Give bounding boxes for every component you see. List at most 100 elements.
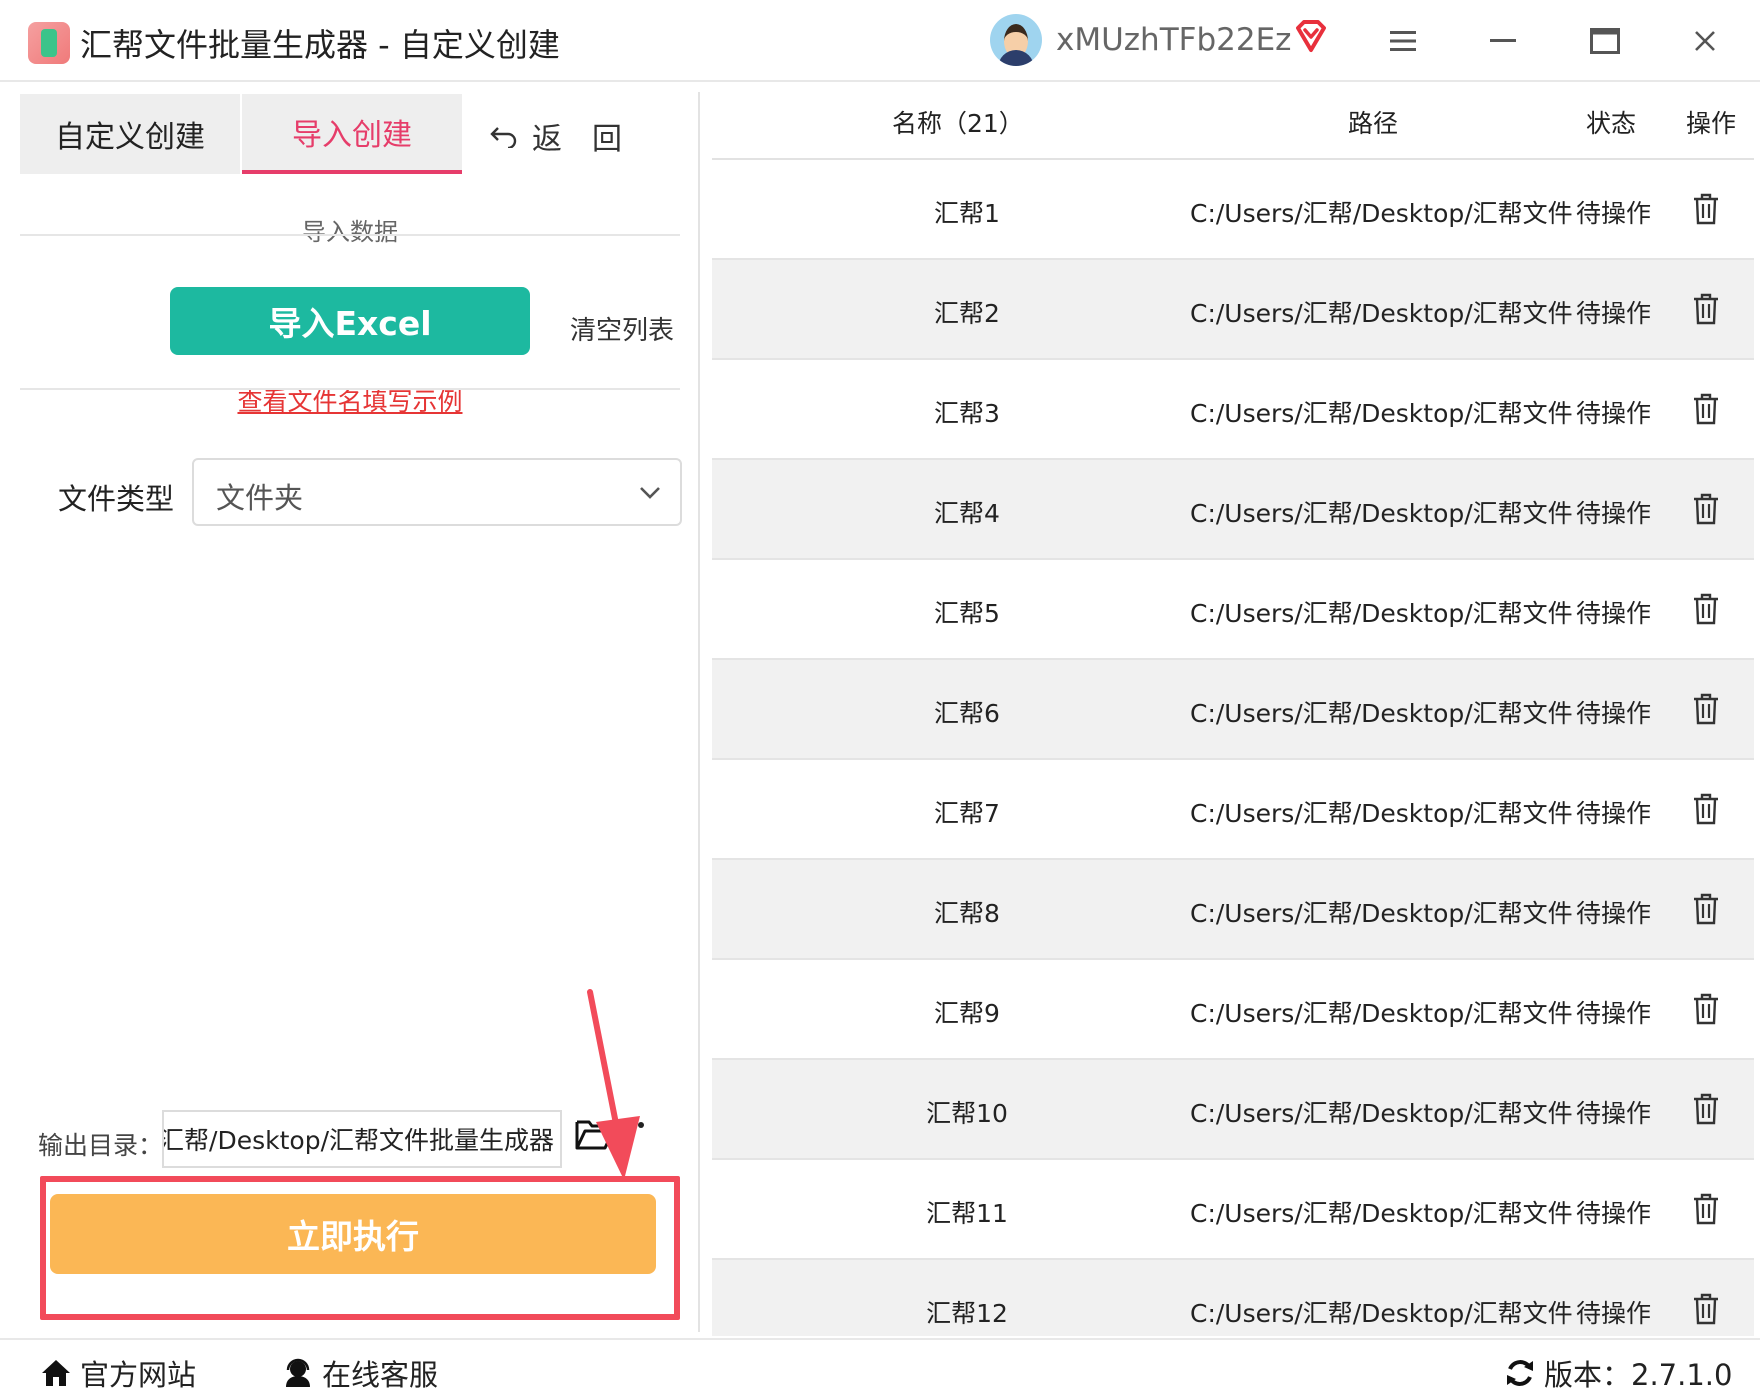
output-dir-value: 汇帮/Desktop/汇帮文件批量生成器 bbox=[162, 1126, 554, 1155]
cell-path: C:/Users/汇帮/Desktop/汇帮文件 bbox=[1190, 999, 1573, 1028]
trash-icon[interactable] bbox=[1692, 1193, 1720, 1225]
cell-status: 待操作 bbox=[1576, 1099, 1652, 1128]
cell-name: 汇帮9 bbox=[934, 999, 1000, 1028]
cell-name: 汇帮12 bbox=[926, 1299, 1008, 1328]
cell-status: 待操作 bbox=[1576, 1299, 1652, 1328]
cell-path: C:/Users/汇帮/Desktop/汇帮文件 bbox=[1190, 1199, 1573, 1228]
minimize-icon[interactable] bbox=[1482, 20, 1524, 62]
file-type-label: 文件类型 bbox=[58, 482, 175, 516]
file-type-value: 文件夹 bbox=[216, 481, 304, 515]
output-dir-label: 输出目录： bbox=[38, 1131, 164, 1160]
trash-icon[interactable] bbox=[1692, 1093, 1720, 1125]
table-row[interactable]: 汇帮6 C:/Users/汇帮/Desktop/汇帮文件 待操作 bbox=[712, 660, 1754, 760]
cell-path: C:/Users/汇帮/Desktop/汇帮文件 bbox=[1190, 899, 1573, 928]
trash-icon[interactable] bbox=[1692, 793, 1720, 825]
cell-status: 待操作 bbox=[1576, 599, 1652, 628]
cell-status: 待操作 bbox=[1576, 699, 1652, 728]
table-row[interactable]: 汇帮3 C:/Users/汇帮/Desktop/汇帮文件 待操作 bbox=[712, 360, 1754, 460]
app-logo-icon bbox=[28, 22, 70, 64]
tab-import-create[interactable]: 导入创建 bbox=[242, 94, 462, 174]
cell-name: 汇帮6 bbox=[934, 699, 1000, 728]
cell-path: C:/Users/汇帮/Desktop/汇帮文件 bbox=[1190, 399, 1573, 428]
version-info[interactable]: 版本：2.7.1.0 bbox=[1504, 1352, 1732, 1394]
cell-name: 汇帮7 bbox=[934, 799, 1000, 828]
cell-name: 汇帮10 bbox=[926, 1099, 1008, 1128]
column-header-action: 操作 bbox=[1686, 109, 1737, 138]
cell-name: 汇帮4 bbox=[934, 499, 1000, 528]
cell-path: C:/Users/汇帮/Desktop/汇帮文件 bbox=[1190, 499, 1573, 528]
column-header-name: 名称（21） bbox=[892, 109, 1024, 138]
cell-path: C:/Users/汇帮/Desktop/汇帮文件 bbox=[1190, 799, 1573, 828]
cell-status: 待操作 bbox=[1576, 499, 1652, 528]
trash-icon[interactable] bbox=[1692, 593, 1720, 625]
cell-status: 待操作 bbox=[1576, 1199, 1652, 1228]
online-service-link[interactable]: 在线客服 bbox=[282, 1352, 438, 1394]
trash-icon[interactable] bbox=[1692, 993, 1720, 1025]
cell-status: 待操作 bbox=[1576, 999, 1652, 1028]
trash-icon[interactable] bbox=[1692, 693, 1720, 725]
table-row[interactable]: 汇帮5 C:/Users/汇帮/Desktop/汇帮文件 待操作 bbox=[712, 560, 1754, 660]
import-excel-button[interactable]: 导入Excel bbox=[170, 287, 530, 355]
vip-diamond-icon[interactable] bbox=[1292, 18, 1330, 56]
table-row[interactable]: 汇帮12 C:/Users/汇帮/Desktop/汇帮文件 待操作 bbox=[712, 1260, 1754, 1336]
cell-status: 待操作 bbox=[1576, 299, 1652, 328]
annotation-arrow-icon bbox=[587, 989, 640, 1180]
cell-path: C:/Users/汇帮/Desktop/汇帮文件 bbox=[1190, 299, 1573, 328]
highlight-annotation-box bbox=[40, 1176, 680, 1320]
trash-icon[interactable] bbox=[1692, 293, 1720, 325]
cell-name: 汇帮5 bbox=[934, 599, 1000, 628]
column-header-status: 状态 bbox=[1586, 109, 1637, 138]
title-bar: 汇帮文件批量生成器 - 自定义创建 xMUzhTFb22Ez bbox=[0, 0, 1760, 82]
cell-status: 待操作 bbox=[1576, 899, 1652, 928]
column-header-path: 路径 bbox=[1348, 109, 1399, 138]
official-website-link[interactable]: 官方网站 bbox=[40, 1352, 196, 1394]
cell-status: 待操作 bbox=[1576, 799, 1652, 828]
tab-custom-create[interactable]: 自定义创建 bbox=[20, 94, 240, 174]
table-row[interactable]: 汇帮10 C:/Users/汇帮/Desktop/汇帮文件 待操作 bbox=[712, 1060, 1754, 1160]
footer-bar: 官方网站 在线客服 版本：2.7.1.0 bbox=[0, 1338, 1760, 1400]
cell-status: 待操作 bbox=[1576, 399, 1652, 428]
back-button[interactable]: 返 回 bbox=[490, 114, 622, 158]
close-icon[interactable] bbox=[1684, 20, 1726, 62]
clear-list-button[interactable]: 清空列表 bbox=[570, 310, 674, 347]
section-title: 导入数据 bbox=[302, 218, 398, 246]
version-label: 版本：2.7.1.0 bbox=[1544, 1358, 1733, 1392]
cell-path: C:/Users/汇帮/Desktop/汇帮文件 bbox=[1190, 199, 1573, 228]
table-row[interactable]: 汇帮1 C:/Users/汇帮/Desktop/汇帮文件 待操作 bbox=[712, 160, 1754, 260]
user-avatar[interactable] bbox=[990, 14, 1042, 66]
table-row[interactable]: 汇帮4 C:/Users/汇帮/Desktop/汇帮文件 待操作 bbox=[712, 460, 1754, 560]
table-row[interactable]: 汇帮11 C:/Users/汇帮/Desktop/汇帮文件 待操作 bbox=[712, 1160, 1754, 1260]
trash-icon[interactable] bbox=[1692, 1293, 1720, 1325]
cell-name: 汇帮11 bbox=[926, 1199, 1008, 1228]
cell-name: 汇帮3 bbox=[934, 399, 1000, 428]
output-dir-input[interactable]: 汇帮/Desktop/汇帮文件批量生成器 bbox=[162, 1110, 562, 1168]
back-label: 返 回 bbox=[532, 122, 622, 157]
table-header: 名称（21） 路径 状态 操作 bbox=[712, 84, 1754, 160]
left-panel: 自定义创建 导入创建 返 回 导入数据 导入Excel 清空列表 查看文件名填写… bbox=[20, 92, 700, 1332]
official-website-label: 官方网站 bbox=[80, 1358, 197, 1392]
trash-icon[interactable] bbox=[1692, 393, 1720, 425]
trash-icon[interactable] bbox=[1692, 493, 1720, 525]
username[interactable]: xMUzhTFb22Ez bbox=[1056, 22, 1291, 58]
trash-icon[interactable] bbox=[1692, 893, 1720, 925]
table-row[interactable]: 汇帮7 C:/Users/汇帮/Desktop/汇帮文件 待操作 bbox=[712, 760, 1754, 860]
chevron-down-icon bbox=[640, 487, 660, 499]
online-service-label: 在线客服 bbox=[322, 1358, 439, 1392]
cell-path: C:/Users/汇帮/Desktop/汇帮文件 bbox=[1190, 699, 1573, 728]
back-arrow-icon bbox=[490, 127, 517, 148]
cell-name: 汇帮1 bbox=[934, 199, 1000, 228]
table-row[interactable]: 汇帮9 C:/Users/汇帮/Desktop/汇帮文件 待操作 bbox=[712, 960, 1754, 1060]
hamburger-menu-icon[interactable] bbox=[1382, 20, 1424, 62]
maximize-icon[interactable] bbox=[1584, 20, 1626, 62]
cell-path: C:/Users/汇帮/Desktop/汇帮文件 bbox=[1190, 1299, 1573, 1328]
file-type-select[interactable]: 文件夹 bbox=[192, 458, 682, 526]
table-row[interactable]: 汇帮8 C:/Users/汇帮/Desktop/汇帮文件 待操作 bbox=[712, 860, 1754, 960]
divider bbox=[20, 234, 680, 236]
table-body: 汇帮1 C:/Users/汇帮/Desktop/汇帮文件 待操作 汇帮2 C:/User… bbox=[712, 160, 1754, 1336]
table-row[interactable]: 汇帮2 C:/Users/汇帮/Desktop/汇帮文件 待操作 bbox=[712, 260, 1754, 360]
trash-icon[interactable] bbox=[1692, 193, 1720, 225]
cell-path: C:/Users/汇帮/Desktop/汇帮文件 bbox=[1190, 599, 1573, 628]
refresh-icon bbox=[1507, 1360, 1533, 1386]
divider bbox=[20, 388, 680, 390]
cell-name: 汇帮2 bbox=[934, 299, 1000, 328]
